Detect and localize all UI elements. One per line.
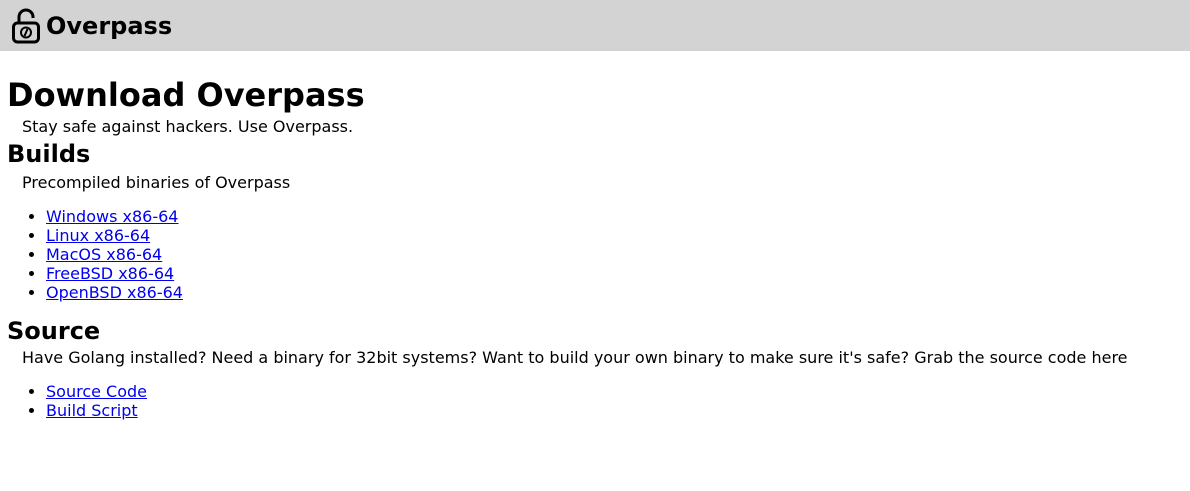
- download-link-linux[interactable]: Linux x86-64: [46, 226, 150, 245]
- source-list: Source Code Build Script: [7, 382, 1190, 420]
- source-description: Have Golang installed? Need a binary for…: [22, 348, 1128, 367]
- brand-name[interactable]: Overpass: [46, 12, 172, 40]
- list-item: FreeBSD x86-64: [46, 264, 1190, 283]
- download-link-macos[interactable]: MacOS x86-64: [46, 245, 162, 264]
- tagline: Stay safe against hackers. Use Overpass.: [22, 117, 354, 136]
- unlocked-padlock-icon[interactable]: [12, 8, 40, 44]
- builds-description: Precompiled binaries of Overpass: [22, 173, 291, 192]
- list-item: OpenBSD x86-64: [46, 283, 1190, 302]
- source-code-link[interactable]: Source Code: [46, 382, 147, 401]
- source-heading: Source: [7, 317, 101, 345]
- site-header: Overpass: [0, 0, 1190, 51]
- builds-heading: Builds: [7, 140, 91, 168]
- build-script-link[interactable]: Build Script: [46, 401, 138, 420]
- list-item: Windows x86-64: [46, 207, 1190, 226]
- list-item: Source Code: [46, 382, 1190, 401]
- list-item: MacOS x86-64: [46, 245, 1190, 264]
- main-content: Download Overpass Stay safe against hack…: [0, 75, 1190, 420]
- list-item: Linux x86-64: [46, 226, 1190, 245]
- download-link-freebsd[interactable]: FreeBSD x86-64: [46, 264, 174, 283]
- list-item: Build Script: [46, 401, 1190, 420]
- page-title: Download Overpass: [7, 76, 365, 114]
- download-link-openbsd[interactable]: OpenBSD x86-64: [46, 283, 183, 302]
- builds-list: Windows x86-64 Linux x86-64 MacOS x86-64…: [7, 207, 1190, 302]
- download-link-windows[interactable]: Windows x86-64: [46, 207, 178, 226]
